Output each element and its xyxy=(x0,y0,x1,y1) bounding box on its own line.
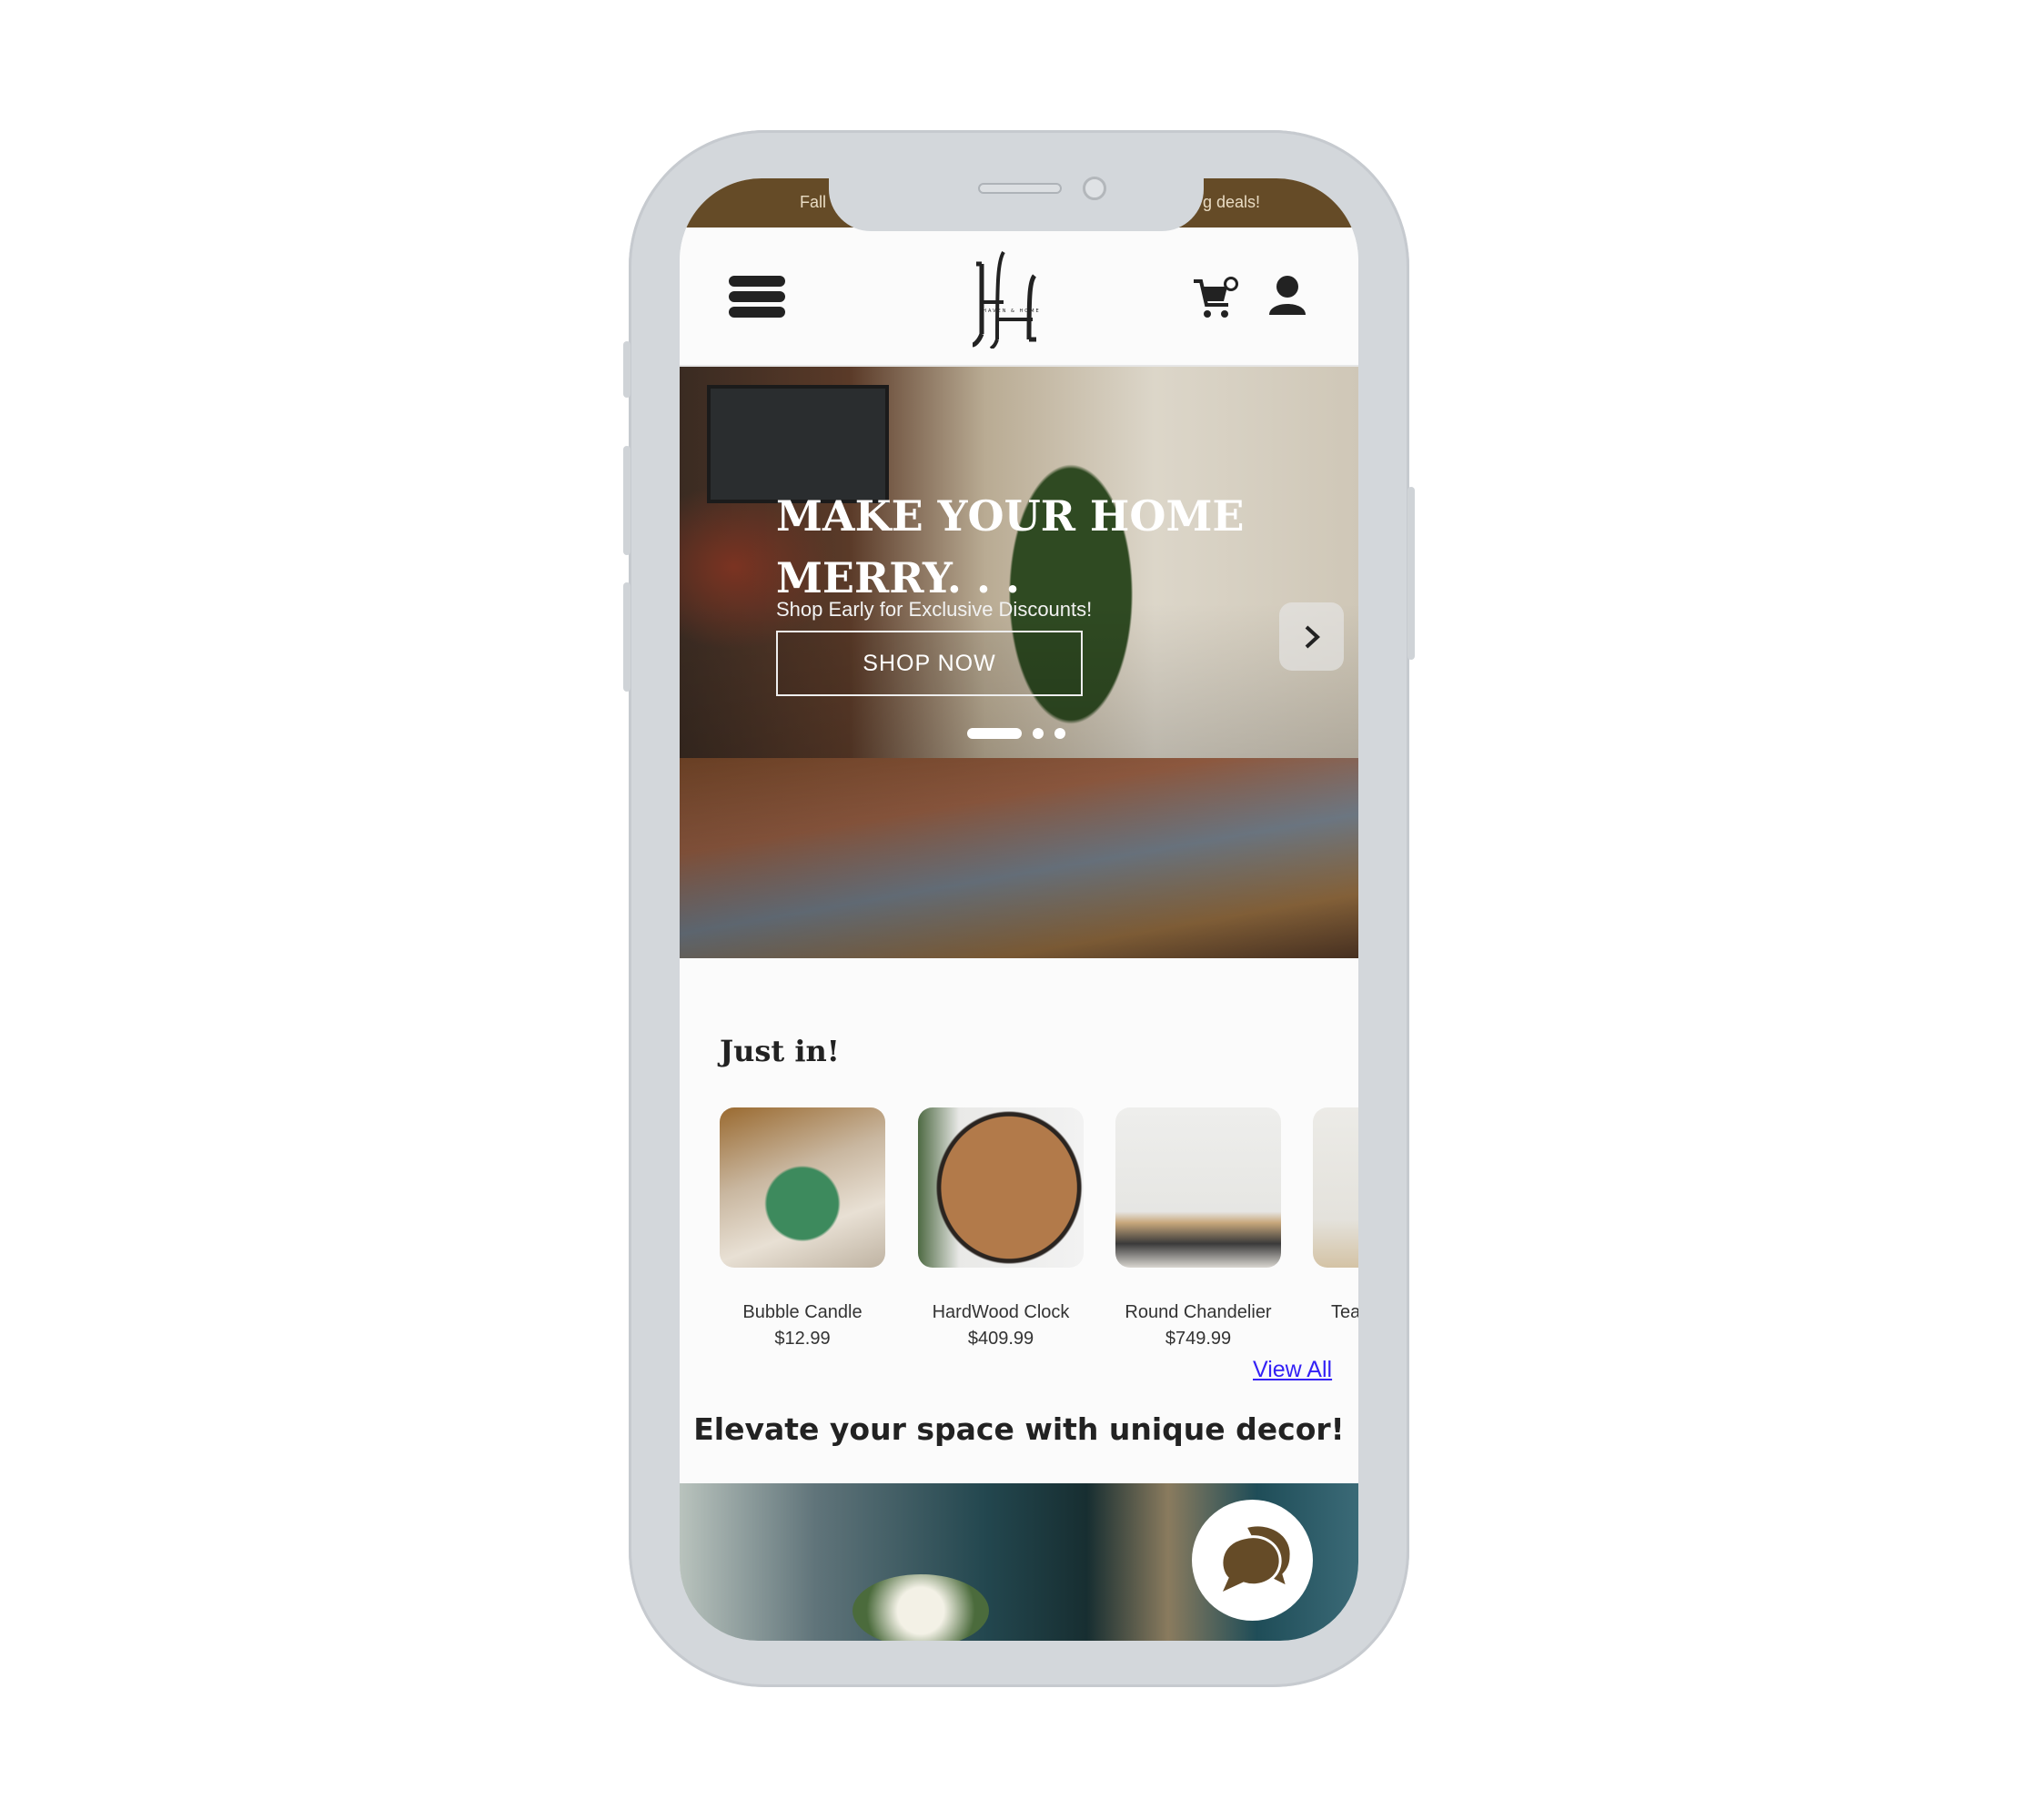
product-card[interactable]: HardWood Clock $409.99 xyxy=(918,1107,1084,1350)
carousel-dot-3[interactable] xyxy=(1054,728,1065,739)
banner-text-left: Fall xyxy=(800,193,827,211)
user-account-button[interactable] xyxy=(1268,275,1307,317)
hero-subtitle: Shop Early for Exclusive Discounts! xyxy=(776,598,1093,621)
product-name: Bubble Candle xyxy=(742,1302,863,1322)
carousel-next-button[interactable] xyxy=(1279,602,1344,671)
product-name: Round Chandelier xyxy=(1125,1302,1272,1322)
carousel-indicators xyxy=(967,728,1065,739)
phone-volume-up-button xyxy=(623,446,631,555)
phone-camera xyxy=(1083,177,1106,200)
product-card[interactable]: Bubble Candle $12.99 xyxy=(720,1107,885,1350)
tagline-heading: Elevate your space with unique decor! xyxy=(693,1411,1345,1447)
product-image[interactable] xyxy=(1115,1107,1281,1268)
carousel-dot-1[interactable] xyxy=(967,728,1022,739)
product-price: $409.99 xyxy=(967,1329,1034,1349)
product-image[interactable] xyxy=(720,1107,885,1268)
product-name: Tea xyxy=(1331,1302,1358,1322)
just-in-heading: Just in! xyxy=(720,1034,840,1068)
product-image[interactable] xyxy=(1313,1107,1358,1268)
logo[interactable]: HAVEN & HOME xyxy=(962,250,1062,350)
hero-carousel: MAKE YOUR HOME MERRY. . . Shop Early for… xyxy=(680,367,1358,958)
cart-button[interactable] xyxy=(1192,276,1239,319)
product-price: $12.99 xyxy=(774,1329,831,1349)
chevron-right-icon xyxy=(1305,625,1320,648)
product-price: $749.99 xyxy=(1165,1329,1232,1349)
phone-volume-down-button xyxy=(623,582,631,692)
chat-bubble-icon xyxy=(1216,1522,1293,1597)
phone-power-button xyxy=(1407,487,1415,660)
cart-icon xyxy=(1194,277,1238,318)
screen: Fall g deals! HAVEN & HOME MAKE YOUR HOM… xyxy=(680,178,1358,1641)
chat-button[interactable] xyxy=(1192,1500,1313,1621)
product-card[interactable]: Tea xyxy=(1313,1107,1358,1323)
hero-title: MAKE YOUR HOME MERRY. . . xyxy=(776,491,1245,602)
product-name: HardWood Clock xyxy=(932,1302,1070,1322)
banner-text-right: g deals! xyxy=(1203,193,1261,211)
product-image[interactable] xyxy=(918,1107,1084,1268)
phone-mute-button xyxy=(623,341,631,398)
hamburger-icon[interactable] xyxy=(729,276,785,318)
user-icon xyxy=(1269,276,1306,315)
carousel-dot-2[interactable] xyxy=(1033,728,1044,739)
logo-text: HAVEN & HOME xyxy=(983,308,1040,314)
shop-now-button[interactable]: SHOP NOW xyxy=(776,631,1083,696)
phone-speaker xyxy=(978,183,1062,194)
site-header: HAVEN & HOME xyxy=(680,228,1358,367)
view-all-link[interactable]: View All xyxy=(1253,1357,1332,1383)
product-card[interactable]: Round Chandelier $749.99 xyxy=(1115,1107,1281,1350)
